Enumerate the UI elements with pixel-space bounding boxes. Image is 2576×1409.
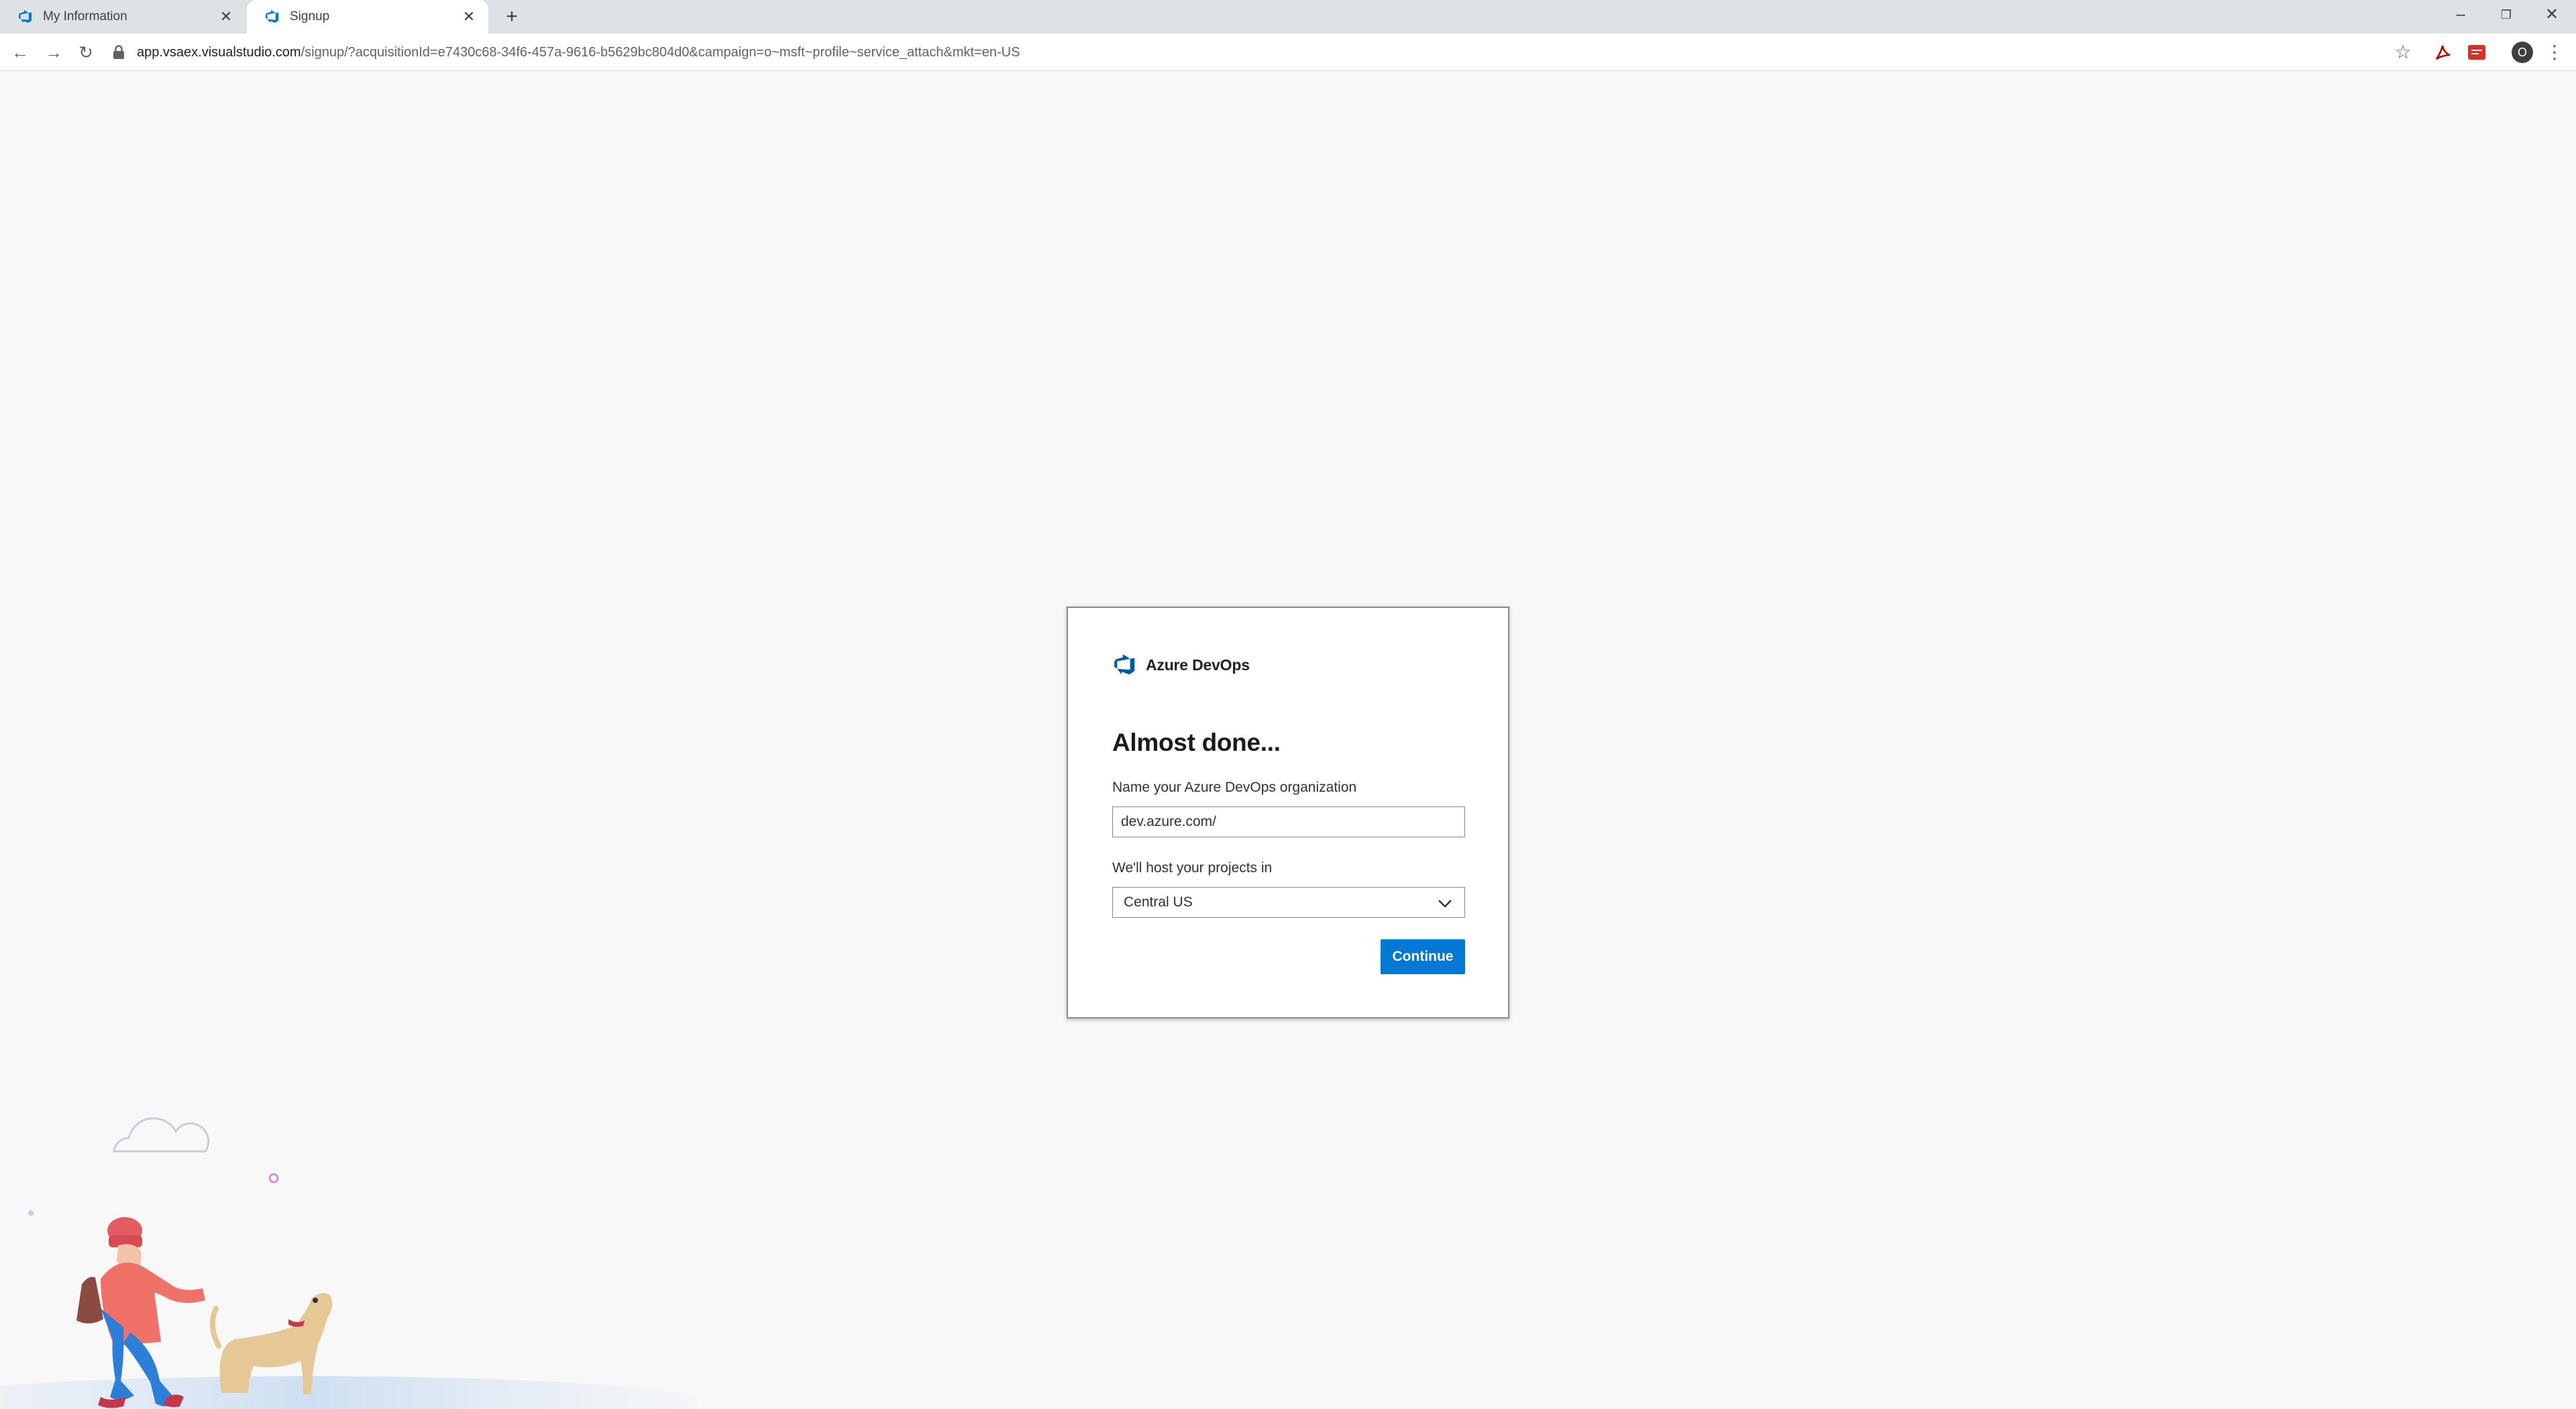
- minimize-icon: –: [2456, 5, 2465, 23]
- close-tab-icon[interactable]: ✕: [217, 8, 235, 25]
- acrobat-extension-icon[interactable]: [2432, 42, 2454, 63]
- browser-menu-icon[interactable]: ⋮: [2544, 42, 2565, 63]
- profile-avatar[interactable]: O: [2512, 42, 2533, 63]
- cloud-icon: [113, 1117, 210, 1153]
- extension-icon[interactable]: [2466, 42, 2487, 63]
- restore-button[interactable]: ❐: [2493, 3, 2520, 27]
- tab-title: My Information: [43, 9, 127, 23]
- org-name-label: Name your Azure DevOps organization: [1112, 780, 1357, 795]
- region-label: We'll host your projects in: [1112, 860, 1273, 876]
- close-window-button[interactable]: ✕: [2538, 3, 2565, 27]
- url-path: /signup/?acquisitionId=e7430c68-34f6-457…: [301, 44, 1020, 60]
- brand-header: Azure DevOps: [1112, 652, 1250, 678]
- reload-icon: ↻: [78, 42, 93, 62]
- org-name-input[interactable]: dev.azure.com/: [1112, 806, 1465, 837]
- new-tab-button[interactable]: +: [500, 5, 523, 28]
- page-background: Azure DevOps Almost done... Name your Az…: [0, 71, 2576, 1409]
- region-dropdown[interactable]: Central US: [1112, 887, 1465, 918]
- signup-card: Azure DevOps Almost done... Name your Az…: [1067, 607, 1509, 1019]
- azure-devops-logo-icon: [1114, 654, 1135, 675]
- continue-button[interactable]: Continue: [1381, 939, 1465, 974]
- arrow-right-icon: →: [45, 42, 62, 62]
- page-title: Almost done...: [1112, 729, 1281, 756]
- restore-icon: ❐: [2500, 8, 2512, 21]
- browser-tab-strip: My Information ✕ Signup ✕ + – ❐ ✕: [0, 0, 2576, 34]
- tab-title: Signup: [290, 9, 330, 23]
- azure-devops-icon: [266, 10, 278, 23]
- region-selected-value: Central US: [1124, 894, 1193, 910]
- close-tab-icon[interactable]: ✕: [460, 8, 478, 25]
- lock-icon: [113, 45, 124, 59]
- browser-toolbar: ← → ↻ app.vsaex.visualstudio.com/signup/…: [0, 34, 2576, 71]
- arrow-left-icon: ←: [11, 42, 29, 62]
- chevron-down-icon: [1438, 900, 1452, 908]
- back-button[interactable]: ←: [8, 40, 32, 64]
- brand-name: Azure DevOps: [1146, 656, 1250, 674]
- close-icon: ✕: [2544, 5, 2559, 23]
- minimize-button[interactable]: –: [2447, 3, 2474, 27]
- plus-icon: +: [506, 5, 518, 28]
- tab-signup[interactable]: Signup ✕: [247, 0, 488, 34]
- reload-button[interactable]: ↻: [74, 40, 98, 64]
- walking-person-dog-illustration: [0, 1117, 698, 1409]
- azure-devops-icon: [19, 10, 32, 23]
- address-bar[interactable]: app.vsaex.visualstudio.com/signup/?acqui…: [113, 38, 2394, 67]
- tab-my-information[interactable]: My Information ✕: [0, 0, 246, 34]
- bookmark-star-icon[interactable]: ☆: [2392, 42, 2414, 63]
- forward-button[interactable]: →: [42, 40, 66, 64]
- url-host: app.vsaex.visualstudio.com: [137, 44, 301, 60]
